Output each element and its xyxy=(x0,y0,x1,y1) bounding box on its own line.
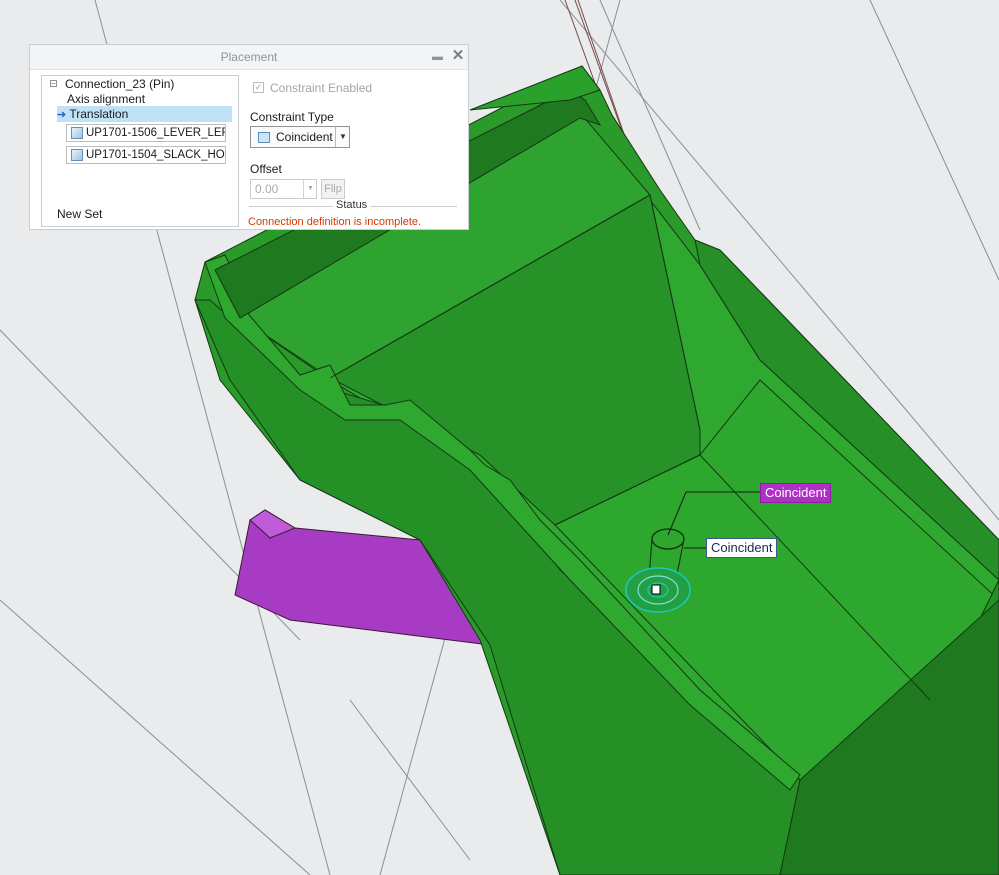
new-set-link[interactable]: New Set xyxy=(57,207,102,221)
constraint-type-value: Coincident xyxy=(276,130,333,144)
collapse-icon[interactable]: − xyxy=(50,80,57,88)
part-reference-icon xyxy=(71,149,83,161)
chevron-down-icon[interactable]: ▼ xyxy=(335,127,350,147)
pin-icon[interactable]: ▬ xyxy=(432,51,444,63)
constraint-type-label: Constraint Type xyxy=(250,110,334,124)
constraint-type-select[interactable]: Coincident ▼ xyxy=(250,126,350,148)
coincident-tag-white[interactable]: Coincident xyxy=(706,538,778,558)
offset-label: Offset xyxy=(250,162,282,176)
tree-item-axis-alignment[interactable]: Axis alignment xyxy=(67,91,145,107)
dialog-title: Placement xyxy=(220,50,278,64)
part-reference-icon xyxy=(71,127,83,139)
chevron-down-icon[interactable]: ▼ xyxy=(303,180,317,198)
status-label: Status xyxy=(333,199,371,211)
flip-button[interactable]: Flip xyxy=(321,179,345,199)
connection-tree[interactable]: − Connection_23 (Pin) Axis alignment ➔ T… xyxy=(41,75,239,227)
current-arrow-icon: ➔ xyxy=(57,109,67,121)
tree-item-translation-label: Translation xyxy=(69,107,129,121)
tree-item-connection[interactable]: Connection_23 (Pin) xyxy=(65,76,174,92)
constraint-panel: ✓ Constraint Enabled Constraint Type Coi… xyxy=(248,75,459,228)
coincident-icon xyxy=(258,132,270,143)
constraint-enabled-label: Constraint Enabled xyxy=(270,81,373,95)
reference-lever[interactable]: UP1701-1506_LEVER_LEFT:S xyxy=(66,124,226,142)
dialog-titlebar[interactable]: Placement ▬ ✕ xyxy=(30,45,468,70)
coincident-tag-magenta[interactable]: Coincident xyxy=(760,483,832,503)
reference-slack-housing[interactable]: UP1701-1504_SLACK_HOUS xyxy=(66,146,226,164)
offset-value: 0.00 xyxy=(255,182,279,196)
close-icon[interactable]: ✕ xyxy=(451,48,465,64)
placement-dialog: Placement ▬ ✕ − Connection_23 (Pin) Axis… xyxy=(29,44,469,230)
constraint-enabled-checkbox[interactable]: ✓ xyxy=(253,82,264,93)
status-message: Connection definition is incomplete. xyxy=(248,216,422,228)
tree-item-translation[interactable]: ➔ Translation xyxy=(57,106,232,122)
offset-input[interactable]: 0.00 ▼ xyxy=(250,179,317,199)
